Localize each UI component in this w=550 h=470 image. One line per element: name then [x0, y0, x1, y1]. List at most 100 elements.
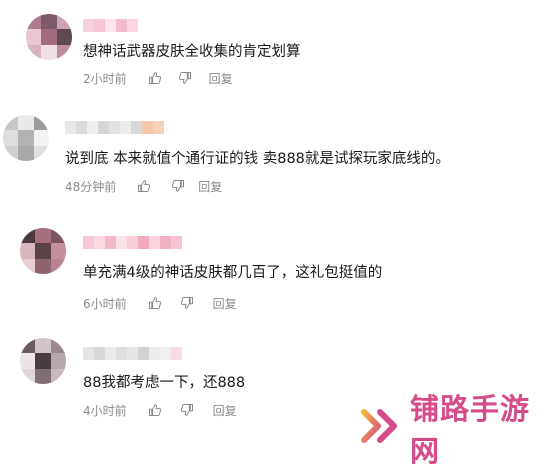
- comment-text: 88我都考虑一下，还888: [83, 375, 246, 391]
- chevron-logo-icon: [360, 406, 404, 450]
- brand-name: 铺路手游网: [410, 392, 531, 468]
- like-icon[interactable]: [147, 295, 163, 311]
- reply-button[interactable]: 回复: [209, 70, 233, 87]
- avatar-mosaic-cell: [20, 353, 36, 370]
- username-mosaic-cell: [94, 347, 105, 360]
- brand-watermark: 铺路手游网: [360, 386, 550, 470]
- avatar-mosaic-cell: [41, 45, 58, 60]
- timestamp: 6小时前: [83, 296, 127, 311]
- username-blurred[interactable]: [83, 347, 182, 360]
- avatar-mosaic-cell: [51, 369, 66, 384]
- like-icon[interactable]: [136, 178, 152, 194]
- username-mosaic-cell: [109, 121, 120, 134]
- comment-text: 想神话武器皮肤全收集的肯定划算: [83, 44, 301, 60]
- avatar-mosaic-cell: [18, 130, 35, 147]
- avatar-mosaic-cell: [34, 146, 49, 161]
- avatar-mosaic-cell: [51, 259, 66, 274]
- username-mosaic-cell: [160, 347, 171, 360]
- username-mosaic-cell: [127, 236, 138, 249]
- username-mosaic-cell: [87, 121, 98, 134]
- reply-button[interactable]: 回复: [213, 295, 237, 312]
- avatar-mosaic-cell: [26, 14, 42, 30]
- username-mosaic-cell: [105, 236, 116, 249]
- avatar-mosaic-cell: [51, 353, 66, 370]
- like-icon[interactable]: [147, 402, 163, 418]
- username-blurred[interactable]: [83, 236, 182, 249]
- avatar-mosaic-cell: [57, 14, 72, 30]
- avatar-mosaic-cell: [57, 29, 72, 46]
- dislike-icon[interactable]: [179, 295, 195, 311]
- avatar-mosaic-cell: [51, 338, 66, 354]
- comment-meta: 48分钟前 回复: [65, 177, 222, 195]
- dislike-icon[interactable]: [177, 70, 193, 86]
- username-mosaic-cell: [153, 121, 164, 134]
- avatar-mosaic-cell: [41, 29, 58, 46]
- username-mosaic-cell: [116, 19, 127, 32]
- username-mosaic-cell: [94, 236, 105, 249]
- username-mosaic-cell: [138, 236, 149, 249]
- avatar-mosaic-cell: [35, 228, 52, 244]
- avatar-mosaic-cell: [41, 14, 58, 30]
- avatar[interactable]: [20, 338, 66, 384]
- comment-meta: 2小时前 回复: [83, 69, 233, 87]
- username-mosaic-cell: [105, 19, 116, 32]
- reply-button[interactable]: 回复: [198, 178, 222, 195]
- username-mosaic-cell: [131, 121, 142, 134]
- username-mosaic-cell: [149, 347, 160, 360]
- timestamp: 4小时前: [83, 403, 127, 418]
- avatar-mosaic-cell: [51, 228, 66, 244]
- avatar-mosaic-cell: [35, 338, 52, 354]
- avatar-mosaic-cell: [35, 369, 52, 384]
- avatar-mosaic-cell: [34, 115, 49, 131]
- avatar[interactable]: [20, 228, 66, 274]
- username-mosaic-cell: [116, 347, 127, 360]
- avatar-mosaic-cell: [18, 115, 35, 131]
- avatar-mosaic-cell: [20, 259, 36, 274]
- username-mosaic-cell: [105, 347, 116, 360]
- comment-text: 单充满4级的神话皮肤都几百了，这礼包挺值的: [83, 265, 383, 281]
- avatar-mosaic-cell: [35, 243, 52, 260]
- comment-meta: 4小时前 回复: [83, 401, 237, 419]
- dislike-icon[interactable]: [179, 402, 195, 418]
- timestamp: 48分钟前: [65, 179, 117, 194]
- username-mosaic-cell: [83, 347, 94, 360]
- username-mosaic-cell: [94, 19, 105, 32]
- comment-text: 说到底 本来就值个通行证的钱 卖888就是试探玩家底线的。: [65, 151, 450, 167]
- username-mosaic-cell: [83, 236, 94, 249]
- username-mosaic-cell: [76, 121, 87, 134]
- username-mosaic-cell: [160, 236, 171, 249]
- avatar-mosaic-cell: [3, 146, 19, 161]
- username-mosaic-cell: [83, 19, 94, 32]
- avatar-mosaic-cell: [35, 259, 52, 274]
- username-blurred[interactable]: [83, 19, 138, 32]
- username-mosaic-cell: [116, 236, 127, 249]
- reply-button[interactable]: 回复: [213, 402, 237, 419]
- avatar-mosaic-cell: [26, 45, 42, 60]
- username-mosaic-cell: [120, 121, 131, 134]
- username-mosaic-cell: [127, 347, 138, 360]
- avatar-mosaic-cell: [34, 130, 49, 147]
- like-icon[interactable]: [147, 70, 163, 86]
- comment-meta: 6小时前 回复: [83, 294, 237, 312]
- avatar-mosaic-cell: [20, 369, 36, 384]
- username-mosaic-cell: [98, 121, 109, 134]
- avatar-mosaic-cell: [26, 29, 42, 46]
- avatar-mosaic-cell: [18, 146, 35, 161]
- username-mosaic-cell: [149, 236, 160, 249]
- username-mosaic-cell: [65, 121, 76, 134]
- avatar-mosaic-cell: [3, 130, 19, 147]
- dislike-icon[interactable]: [170, 178, 186, 194]
- username-mosaic-cell: [171, 236, 182, 249]
- username-mosaic-cell: [138, 347, 149, 360]
- avatar[interactable]: [26, 14, 72, 60]
- avatar-mosaic-cell: [57, 45, 72, 60]
- avatar-mosaic-cell: [20, 338, 36, 354]
- avatar-mosaic-cell: [51, 243, 66, 260]
- username-mosaic-cell: [142, 121, 153, 134]
- avatar[interactable]: [3, 115, 49, 161]
- timestamp: 2小时前: [83, 71, 127, 86]
- username-blurred[interactable]: [65, 121, 164, 134]
- avatar-mosaic-cell: [3, 115, 19, 131]
- username-mosaic-cell: [171, 347, 182, 360]
- avatar-mosaic-cell: [35, 353, 52, 370]
